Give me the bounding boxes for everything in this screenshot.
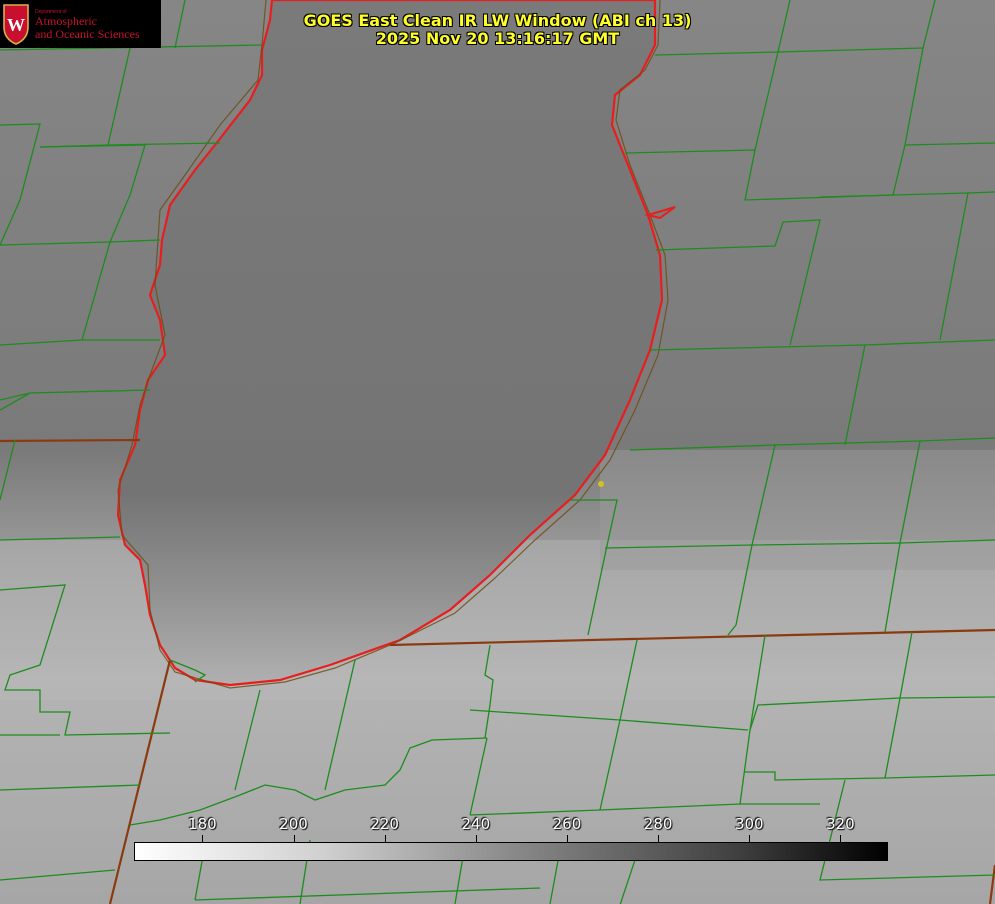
colorbar-tick-label: 320 [826,815,855,833]
crest-letter: W [7,15,25,35]
colorbar-tick-mark [840,835,842,842]
map-title: GOES East Clean IR LW Window (ABI ch 13) [303,11,692,30]
colorbar-tick-mark [749,835,751,842]
uw-crest-icon: W [3,4,29,45]
colorbar-tick-label: 200 [279,815,308,833]
colorbar-tick-mark [384,835,386,842]
logo-line-2: and Oceanic Sciences [35,27,140,41]
cloud-band-right [600,450,995,570]
aos-logo: W Department of Atmospheric and Oceanic … [0,0,161,48]
colorbar-tick-label: 260 [552,815,582,833]
colorbar-tick-label: 220 [370,815,399,833]
colorbar-tick-label: 240 [461,815,491,833]
colorbar [134,842,888,861]
colorbar-tick-mark [566,835,568,842]
colorbar-tick-mark [658,835,660,842]
colorbar-tick-mark [475,835,477,842]
colorbar-tick-mark [202,835,204,842]
colorbar-tick-mark [293,835,295,842]
colorbar-tick-label: 300 [734,815,764,833]
colorbar-tick-label: 280 [643,815,673,833]
colorbar-tick-label: 180 [188,815,217,833]
satellite-map [0,0,995,904]
map-timestamp: 2025 Nov 20 13:16:17 GMT [375,29,620,48]
city-marker [598,481,604,487]
